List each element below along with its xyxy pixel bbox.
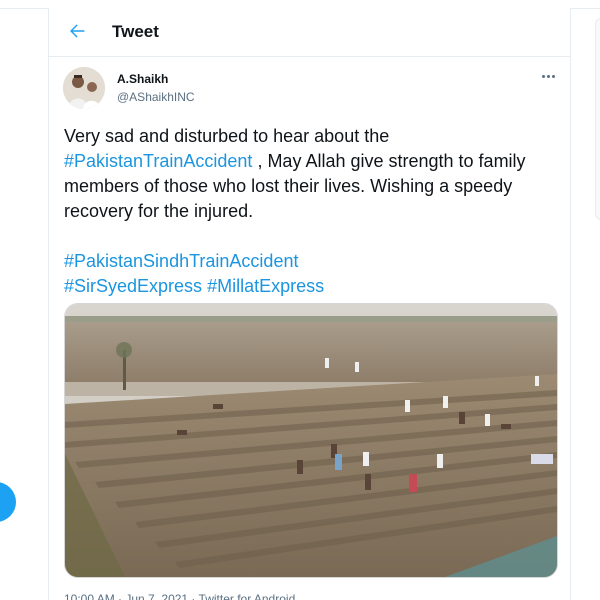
hashtag-line-1: #PakistanSindhTrainAccident xyxy=(64,249,559,274)
tweet-text-part1: Very sad and disturbed to hear about the xyxy=(64,126,390,146)
tweet-timestamp[interactable]: 10:00 AM · Jun 7, 2021 · Twitter for And… xyxy=(64,592,295,600)
arrow-left-icon[interactable] xyxy=(66,20,88,42)
tweet-body: Very sad and disturbed to hear about the… xyxy=(64,124,559,224)
hashtag-pakistan-sindh-train-accident[interactable]: #PakistanSindhTrainAccident xyxy=(64,251,298,271)
tweet-page: Tweet A.Shaikh @AShaikhINC Very sad and … xyxy=(0,0,600,600)
tweet-text: Very sad and disturbed to hear about the… xyxy=(64,124,559,299)
hashtag-pakistan-train-accident[interactable]: #PakistanTrainAccident xyxy=(64,151,252,171)
hashtag-millat-express[interactable]: #MillatExpress xyxy=(207,276,324,296)
more-horizontal-icon[interactable] xyxy=(540,70,558,82)
column-right-border xyxy=(570,8,571,600)
column-left-border xyxy=(48,8,49,600)
hashtag-sir-syed-express[interactable]: #SirSyedExpress xyxy=(64,276,202,296)
right-sidebar-panel xyxy=(595,18,600,220)
avatar[interactable] xyxy=(63,67,105,109)
page-header: Tweet xyxy=(49,8,570,57)
tweet-media-image[interactable] xyxy=(64,303,558,578)
compose-tweet-button[interactable] xyxy=(0,482,16,522)
page-title: Tweet xyxy=(112,22,159,41)
author-handle[interactable]: @AShaikhINC xyxy=(117,90,195,104)
hashtag-line-2: #SirSyedExpress #MillatExpress xyxy=(64,274,559,299)
author-name[interactable]: A.Shaikh xyxy=(117,72,168,86)
